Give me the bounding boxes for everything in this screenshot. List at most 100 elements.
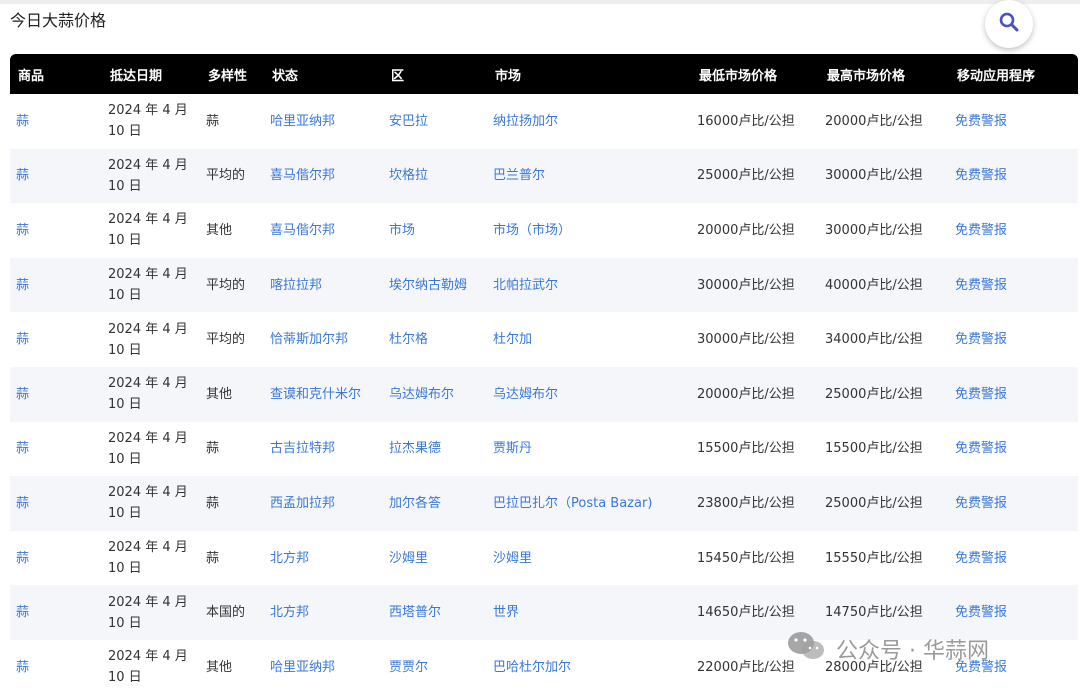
cell-free-alert-link[interactable]: 免费警报 [955,168,1007,183]
header-arrival-date[interactable]: 抵达日期 [102,54,200,94]
cell-commodity-container: 蒜 [10,94,102,149]
cell-market-link[interactable]: 沙姆里 [493,551,532,566]
cell-state-link[interactable]: 喜马偕尔邦 [270,168,335,183]
cell-district-link[interactable]: 沙姆里 [389,551,428,566]
cell-commodity-link[interactable]: 蒜 [16,387,29,402]
cell-free-alert-link[interactable]: 免费警报 [955,223,1007,238]
cell-state-link[interactable]: 西孟加拉邦 [270,496,335,511]
price-table: 商品 抵达日期 多样性 状态 区 市场 最低市场价格 最高市场价格 移动应用程序… [10,54,1078,695]
cell-max-price: 30000卢比/公担 [825,222,923,238]
cell-commodity-link[interactable]: 蒜 [16,278,29,293]
cell-state-link[interactable]: 喀拉拉邦 [270,278,322,293]
cell-district-link[interactable]: 加尔各答 [389,496,441,511]
cell-market-link[interactable]: 巴哈杜尔加尔 [493,660,571,675]
cell-variety-container: 蒜 [200,476,264,531]
cell-free-alert-link[interactable]: 免费警报 [955,496,1007,511]
cell-variety-container: 其他 [200,640,264,695]
cell-free-alert-link[interactable]: 免费警报 [955,278,1007,293]
cell-district-container: 乌达姆布尔 [383,367,487,422]
cell-market-link[interactable]: 市场（市场） [493,223,571,238]
cell-commodity-link[interactable]: 蒜 [16,660,29,675]
table-row: 蒜 2024 年 4 月 10 日 蒜 西孟加拉邦 加尔各答 巴拉巴扎尔（Posta Ba… [10,476,1078,531]
cell-commodity-link[interactable]: 蒜 [16,441,29,456]
cell-free-alert-link[interactable]: 免费警报 [955,605,1007,620]
cell-free-alert-container: 免费警报 [949,476,1078,531]
cell-district-container: 加尔各答 [383,476,487,531]
cell-market-link[interactable]: 杜尔加 [493,332,532,347]
cell-commodity-link[interactable]: 蒜 [16,551,29,566]
table-row: 蒜 2024 年 4 月 10 日 蒜 哈里亚纳邦 安巴拉 纳拉扬加尔 16000卢比/公担… [10,94,1078,149]
cell-min-price: 30000卢比/公担 [697,332,795,348]
cell-state-container: 喜马偕尔邦 [264,203,383,258]
cell-market-link[interactable]: 北帕拉武尔 [493,278,558,293]
cell-free-alert-container: 免费警报 [949,203,1078,258]
cell-district-link[interactable]: 埃尔纳古勒姆 [389,278,467,293]
table-row: 蒜 2024 年 4 月 10 日 蒜 北方邦 沙姆里 沙姆里 15450卢比/公担 1555… [10,530,1078,586]
cell-district-container: 西塔普尔 [383,585,487,640]
cell-free-alert-link[interactable]: 免费警报 [955,660,1007,675]
cell-district-link[interactable]: 拉杰果德 [389,441,441,456]
header-variety[interactable]: 多样性 [200,54,264,94]
cell-market-link[interactable]: 世界 [493,605,519,620]
search-button[interactable] [985,0,1033,48]
header-market[interactable]: 市场 [487,54,691,94]
cell-variety-container: 平均的 [200,149,264,204]
cell-state-link[interactable]: 喜马偕尔邦 [270,223,335,238]
cell-variety: 其他 [206,386,233,402]
cell-commodity-link[interactable]: 蒜 [16,168,29,183]
cell-max-price-container: 30000卢比/公担 [819,149,949,204]
cell-district-link[interactable]: 西塔普尔 [389,605,441,620]
cell-commodity-link[interactable]: 蒜 [16,114,29,129]
cell-market-link[interactable]: 乌达姆布尔 [493,387,558,402]
cell-free-alert-link[interactable]: 免费警报 [955,332,1007,347]
cell-free-alert-link[interactable]: 免费警报 [955,387,1007,402]
cell-commodity-link[interactable]: 蒜 [16,223,29,238]
cell-arrival-date: 2024 年 4 月 10 日 [108,212,188,249]
cell-arrival-date: 2024 年 4 月 10 日 [108,430,188,467]
cell-market-link[interactable]: 纳拉扬加尔 [493,114,558,129]
cell-state-link[interactable]: 哈里亚纳邦 [270,660,335,675]
header-min-price[interactable]: 最低市场价格 [691,54,819,94]
cell-market-link[interactable]: 巴兰普尔 [493,168,545,183]
cell-commodity-link[interactable]: 蒜 [16,605,29,620]
cell-district-container: 拉杰果德 [383,422,487,477]
cell-district-link[interactable]: 市场 [389,223,415,238]
cell-state-container: 古吉拉特邦 [264,422,383,477]
header-max-price[interactable]: 最高市场价格 [819,54,949,94]
cell-commodity-link[interactable]: 蒜 [16,332,29,347]
cell-min-price-container: 23800卢比/公担 [691,476,819,531]
cell-state-link[interactable]: 北方邦 [270,551,309,566]
cell-state-container: 查谟和克什米尔 [264,367,383,422]
cell-arrival-date-container: 2024 年 4 月 10 日 [102,422,200,477]
cell-max-price: 40000卢比/公担 [825,277,923,293]
cell-free-alert-container: 免费警报 [949,312,1078,367]
cell-state-link[interactable]: 查谟和克什米尔 [270,387,361,402]
cell-free-alert-link[interactable]: 免费警报 [955,441,1007,456]
cell-state-container: 恰蒂斯加尔邦 [264,312,383,367]
cell-district-link[interactable]: 安巴拉 [389,114,428,129]
cell-max-price: 20000卢比/公担 [825,113,923,129]
cell-state-link[interactable]: 北方邦 [270,605,309,620]
cell-state-link[interactable]: 古吉拉特邦 [270,441,335,456]
cell-district-link[interactable]: 坎格拉 [389,168,428,183]
cell-market-link[interactable]: 贾斯丹 [493,441,532,456]
cell-market-link[interactable]: 巴拉巴扎尔（Posta Bazar) [493,496,652,511]
cell-state-link[interactable]: 恰蒂斯加尔邦 [270,332,348,347]
cell-district-link[interactable]: 杜尔格 [389,332,428,347]
table-body: 蒜 2024 年 4 月 10 日蒜哈里亚纳邦 安巴拉 纳拉扬加尔 16000卢比/公担… [10,94,1078,695]
cell-free-alert-link[interactable]: 免费警报 [955,114,1007,129]
header-mobile-app[interactable]: 移动应用程序 [949,54,1078,94]
cell-variety: 其他 [206,659,233,675]
cell-max-price-container: 20000卢比/公担 [819,94,949,149]
header-state[interactable]: 状态 [264,54,383,94]
cell-district-link[interactable]: 贾贾尔 [389,660,428,675]
header-commodity[interactable]: 商品 [10,54,102,94]
header-district[interactable]: 区 [383,54,487,94]
cell-commodity-link[interactable]: 蒜 [16,496,29,511]
cell-district-link[interactable]: 乌达姆布尔 [389,387,454,402]
cell-state-link[interactable]: 哈里亚纳邦 [270,114,335,129]
cell-free-alert-container: 免费警报 [949,422,1078,477]
cell-variety: 蒜 [206,495,220,511]
cell-arrival-date: 2024 年 4 月 10 日 [108,485,188,522]
cell-free-alert-link[interactable]: 免费警报 [955,551,1007,566]
